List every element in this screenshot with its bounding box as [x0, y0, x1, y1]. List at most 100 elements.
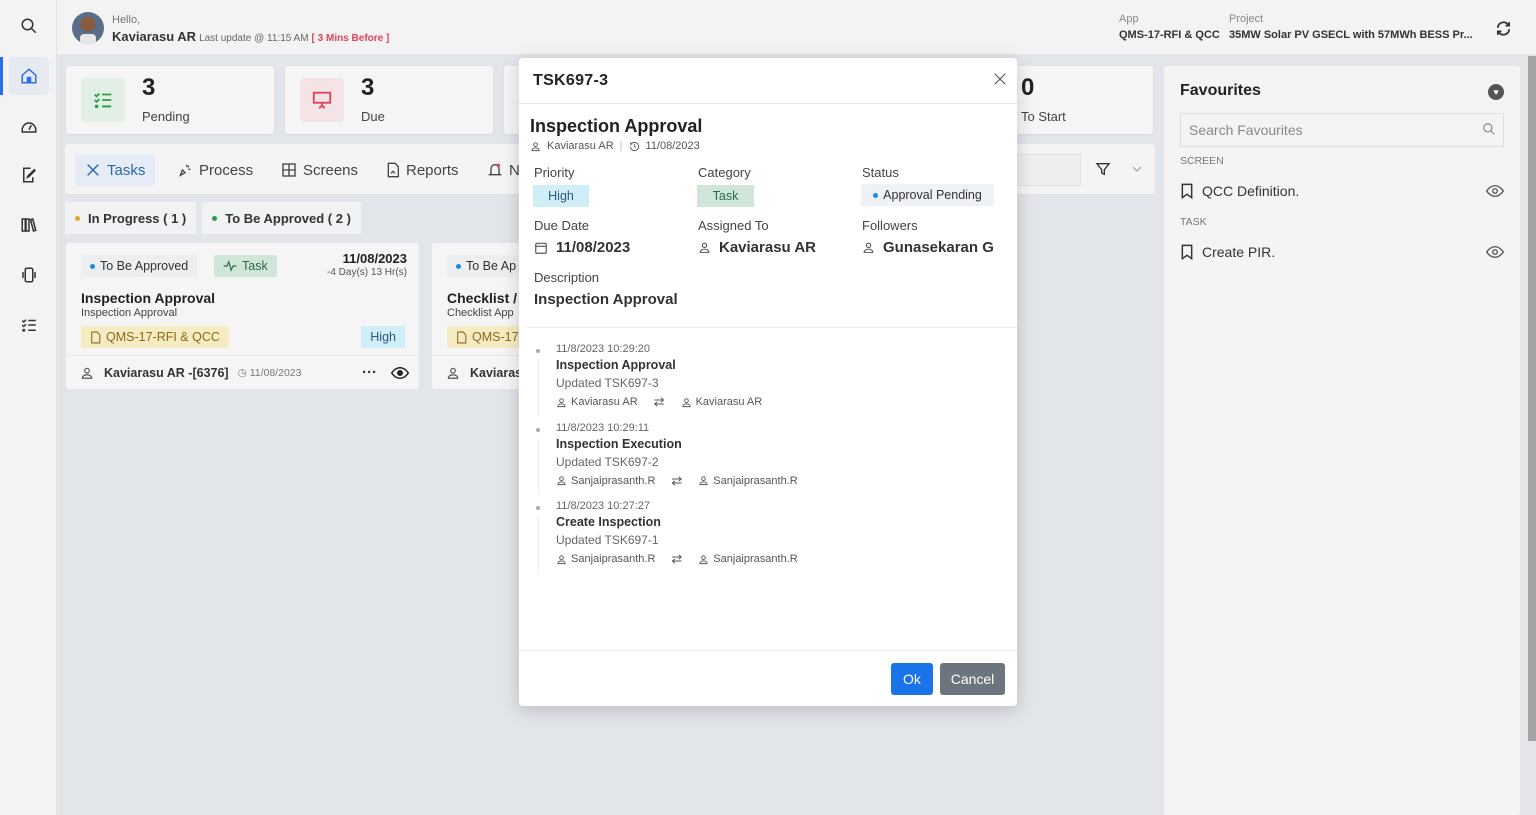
heart-icon[interactable]: ♥	[1488, 84, 1504, 100]
favourite-item[interactable]: Create PIR.	[1180, 239, 1504, 265]
document-icon	[91, 331, 101, 343]
user-icon	[447, 367, 459, 379]
sidebar-item-library[interactable]	[9, 206, 49, 244]
scrollbar[interactable]	[1528, 56, 1536, 741]
refresh-icon	[1496, 21, 1511, 36]
followers-value: Gunasekaran G	[862, 239, 994, 256]
stat-label: Due	[361, 109, 385, 124]
due-date: 11/08/2023	[342, 251, 407, 266]
task-detail-modal: TSK697-3 Inspection Approval Kaviarasu A…	[519, 58, 1017, 706]
stat-label: To Start	[1021, 109, 1066, 124]
report-icon	[387, 162, 399, 178]
sidebar-item-home[interactable]	[9, 57, 49, 95]
assigned-to-label: Assigned To	[698, 218, 769, 233]
task-id: TSK697-3	[533, 72, 609, 89]
app-chip: QMS-17-RFI & QCC	[81, 326, 229, 348]
device-icon	[22, 267, 36, 283]
dashboard-icon	[21, 122, 37, 133]
sidebar	[0, 0, 57, 815]
bookmark-icon	[1181, 244, 1193, 260]
user-name-line: Kaviarasu AR Last update @ 11:15 AM[ 3 Mi…	[112, 29, 389, 44]
tools-icon	[87, 164, 99, 176]
grid-icon	[282, 163, 296, 177]
sidebar-item-dashboard[interactable]	[9, 107, 49, 145]
category-label: Category	[698, 165, 751, 180]
app-value[interactable]: QMS-17-RFI & QCC	[1119, 29, 1220, 41]
user-icon	[699, 242, 710, 253]
stat-card-due[interactable]: 3 Due	[285, 66, 493, 134]
more-icon[interactable]: ···	[362, 364, 377, 381]
description-value: Inspection Approval	[534, 291, 678, 308]
document-icon	[457, 331, 467, 343]
assigned-to-value: Kaviarasu AR	[698, 239, 816, 256]
top-bar: Hello, Kaviarasu AR Last update @ 11:15 A…	[57, 0, 1536, 55]
project-value[interactable]: 35MW Solar PV GSECL with 57MWh BESS Pr..…	[1229, 29, 1473, 41]
avatar[interactable]	[72, 12, 104, 44]
refresh-button[interactable]	[1495, 20, 1512, 42]
close-button[interactable]	[993, 72, 1007, 91]
user-icon	[681, 397, 691, 407]
user-icon	[699, 554, 708, 564]
ok-button[interactable]: Ok	[891, 663, 933, 695]
tab-screens[interactable]: Screens	[271, 154, 368, 186]
divider	[526, 327, 1017, 328]
status-badge: To Be Ap	[447, 255, 526, 277]
due-date-value: 11/08/2023	[534, 239, 630, 256]
status-badge: Approval Pending	[861, 184, 994, 206]
library-icon	[21, 218, 37, 232]
edit-document-icon	[23, 167, 37, 183]
modal-footer: Ok Cancel	[519, 650, 1017, 706]
last-update: Last update @ 11:15 AM	[199, 33, 309, 44]
status-tab-in-progress[interactable]: In Progress ( 1 )	[65, 202, 197, 234]
stat-value: 3	[142, 74, 156, 101]
tab-reports[interactable]: Reports	[376, 154, 469, 186]
tab-process[interactable]: Process	[167, 154, 263, 186]
sidebar-item-edit-document[interactable]	[9, 156, 49, 194]
stat-card-pending[interactable]: 3 Pending	[66, 66, 274, 134]
calendar-icon	[535, 242, 547, 254]
priority-badge: High	[533, 185, 589, 207]
search-icon[interactable]	[1482, 122, 1496, 141]
user-icon	[699, 476, 708, 486]
user-icon	[557, 554, 566, 564]
status-tab-to-be-approved[interactable]: To Be Approved ( 2 )	[202, 202, 361, 234]
home-icon	[21, 68, 37, 84]
created-by: Kaviarasu AR	[547, 140, 614, 152]
search-input[interactable]	[1015, 154, 1081, 186]
project-label: Project	[1229, 13, 1264, 25]
due-date-label: Due Date	[534, 218, 589, 233]
task-card[interactable]: To Be Approved Task 11/08/2023 -4 Day(s)…	[66, 243, 419, 389]
priority-badge: High	[361, 326, 405, 348]
history-item: 11/8/2023 10:29:20 Inspection Approval U…	[533, 343, 798, 422]
eye-icon[interactable]	[391, 366, 409, 380]
priority-label: Priority	[534, 165, 575, 180]
category-badge: Task	[214, 255, 277, 277]
filter-icon[interactable]	[1095, 161, 1111, 182]
greeting: Hello,	[112, 14, 141, 26]
modal-meta: Kaviarasu AR | 11/08/2023	[530, 140, 700, 152]
status-badge: To Be Approved	[81, 255, 198, 277]
bell-icon	[488, 163, 502, 176]
stat-label: Pending	[142, 109, 190, 124]
history-item: 11/8/2023 10:27:27 Create Inspection Upd…	[533, 500, 798, 579]
favourite-item[interactable]: QCC Definition.	[1180, 178, 1504, 204]
close-icon	[994, 73, 1006, 85]
cancel-button[interactable]: Cancel	[940, 663, 1005, 695]
history-item: 11/8/2023 10:29:11 Inspection Execution …	[533, 422, 798, 501]
sidebar-active-indicator	[0, 57, 3, 95]
tab-tasks[interactable]: Tasks	[75, 154, 156, 186]
status-dot	[212, 215, 218, 221]
favourites-search-input[interactable]	[1180, 113, 1504, 147]
eye-icon	[1486, 185, 1504, 197]
favourites-panel: Favourites ♥ SCREEN QCC Definition. TASK…	[1164, 66, 1520, 815]
history-timeline: 11/8/2023 10:29:20 Inspection Approval U…	[533, 343, 798, 579]
process-icon	[179, 164, 191, 177]
assignee: Kaviaras	[470, 365, 523, 380]
favourites-section-label: SCREEN	[1180, 155, 1224, 167]
chevron-down-icon[interactable]	[1131, 162, 1143, 180]
sidebar-item-checklist[interactable]	[9, 306, 49, 344]
search-icon[interactable]	[9, 7, 49, 45]
sidebar-item-device[interactable]	[9, 256, 49, 294]
user-name: Kaviarasu AR	[112, 29, 197, 44]
activity-icon	[223, 260, 237, 272]
